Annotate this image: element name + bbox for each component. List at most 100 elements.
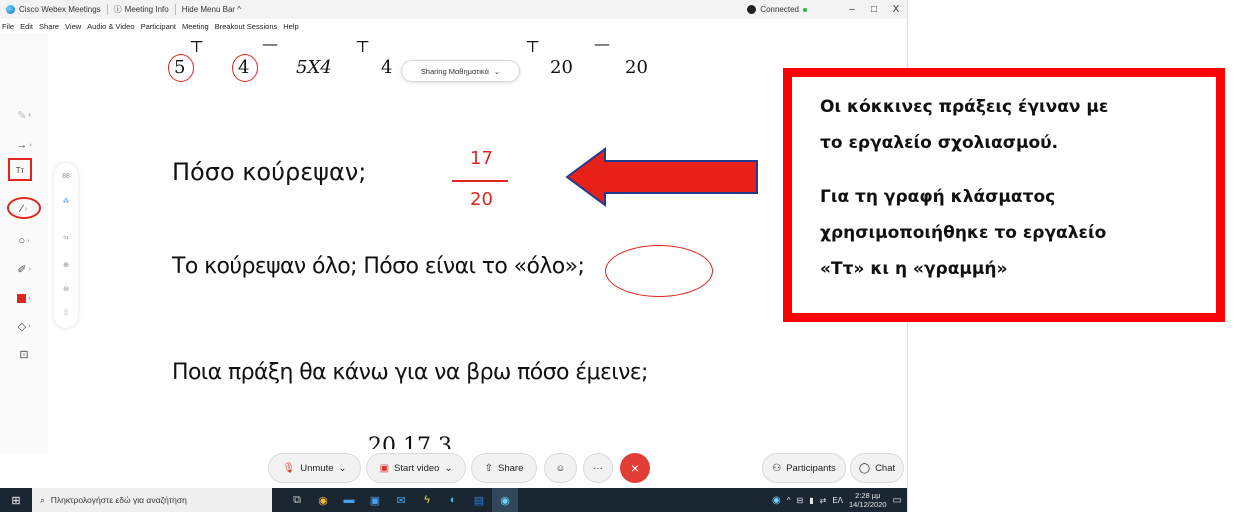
connection-label: Connected bbox=[760, 5, 799, 14]
math-result: 20 bbox=[625, 57, 648, 78]
menu-file[interactable]: File bbox=[2, 22, 14, 31]
question-1: Πόσο κούρεψαν; bbox=[172, 158, 367, 186]
windows-taskbar: ⊞ ⌕ Πληκτρολογήστε εδώ για αναζήτηση ⧉ ◉… bbox=[0, 488, 907, 512]
zoom-out-icon[interactable]: ⊖ bbox=[54, 285, 78, 293]
battery-icon[interactable]: ▮ bbox=[809, 496, 813, 505]
chevron-up-icon[interactable]: ^ bbox=[787, 496, 791, 505]
color-tool[interactable]: › bbox=[10, 288, 38, 308]
reactions-button[interactable]: ☺ bbox=[544, 453, 577, 483]
store-icon[interactable]: ▣ bbox=[362, 488, 388, 512]
menu-meeting[interactable]: Meeting bbox=[182, 22, 209, 31]
callout-line-5: «Ττ» κι η «γραμμή» bbox=[820, 259, 1008, 279]
participants-icon: ⚇ bbox=[772, 462, 782, 474]
menu-edit[interactable]: Edit bbox=[20, 22, 33, 31]
word-icon[interactable]: ▤ bbox=[466, 488, 492, 512]
meeting-info-button[interactable]: ⓘ Meeting Info bbox=[108, 0, 175, 19]
taskbar-search[interactable]: ⌕ Πληκτρολογήστε εδώ για αναζήτηση bbox=[32, 488, 272, 512]
text-tool-highlight bbox=[8, 158, 32, 181]
callout-line-1: Οι κόκκινες πράξεις έγιναν με bbox=[820, 97, 1109, 117]
fraction-bar: ⊤ bbox=[525, 37, 541, 56]
close-window-button[interactable]: X bbox=[885, 4, 907, 15]
fraction-bar: — bbox=[262, 34, 278, 53]
share-button[interactable]: ⇧ Share bbox=[471, 453, 537, 483]
menu-breakout-sessions[interactable]: Breakout Sessions bbox=[215, 22, 278, 31]
start-video-button[interactable]: ▣ Start video ⌄ bbox=[366, 453, 466, 483]
menu-help[interactable]: Help bbox=[283, 22, 298, 31]
expand-icon[interactable]: ⁞⁞ bbox=[54, 310, 78, 317]
taskbar-app-icon[interactable]: ▬ bbox=[336, 488, 362, 512]
red-circle-annotation bbox=[605, 245, 713, 297]
clock-time: 2:28 μμ bbox=[855, 491, 881, 500]
unmute-label: Unmute bbox=[300, 462, 334, 474]
eraser-tool[interactable]: ◇ › bbox=[10, 316, 38, 336]
video-off-icon: ▣ bbox=[379, 462, 390, 474]
winamp-icon[interactable]: ϟ bbox=[414, 488, 440, 512]
chevron-down-icon: ⌄ bbox=[338, 462, 347, 474]
minimize-button[interactable]: – bbox=[841, 4, 863, 15]
more-icon: ··· bbox=[593, 462, 603, 474]
share-icon: ⇧ bbox=[484, 462, 494, 474]
connection-icon bbox=[747, 5, 757, 14]
hide-menu-bar-button[interactable]: Hide Menu Bar ^ bbox=[176, 0, 247, 19]
language-label[interactable]: ΕΛ bbox=[832, 496, 843, 505]
save-tool[interactable]: ⊡ bbox=[10, 344, 38, 364]
math-product: 5X4 bbox=[296, 57, 332, 78]
more-options-button[interactable]: ··· bbox=[583, 453, 613, 483]
question-3: Ποια πράξη θα κάνω για να βρω πόσο έμειν… bbox=[172, 360, 648, 385]
red-circle-annotation bbox=[168, 54, 194, 82]
participants-label: Participants bbox=[786, 462, 836, 474]
connection-status[interactable]: Connected bbox=[747, 0, 807, 19]
red-left-arrow bbox=[565, 147, 758, 207]
mail-icon[interactable]: ✉ bbox=[388, 488, 414, 512]
save-icon: ⊡ bbox=[19, 348, 29, 361]
actual-size-icon[interactable]: ⁰¹ bbox=[54, 235, 78, 243]
zoom-in-icon[interactable]: ⊕ bbox=[54, 261, 78, 269]
menu-view[interactable]: View bbox=[65, 22, 81, 31]
pen-tool[interactable]: ✐ › bbox=[10, 259, 38, 279]
chevron-down-icon: ⌄ bbox=[444, 462, 453, 474]
clock[interactable]: 2:28 μμ 14/12/2020 bbox=[849, 491, 887, 509]
menu-bar: File Edit Share View Audio & Video Parti… bbox=[0, 19, 907, 33]
unmute-button[interactable]: 🎙 Unmute ⌄ bbox=[268, 453, 361, 483]
eraser-icon: ◇ bbox=[17, 320, 27, 333]
app-title-text: Cisco Webex Meetings bbox=[19, 5, 101, 14]
arrow-icon: → bbox=[16, 139, 28, 151]
webex-task-icon[interactable]: ◉ bbox=[492, 488, 518, 512]
language-icon[interactable]: ⇄ bbox=[820, 496, 827, 505]
line-tool-highlight bbox=[7, 197, 41, 219]
leave-meeting-button[interactable]: × bbox=[620, 453, 650, 483]
chat-label: Chat bbox=[875, 462, 896, 474]
webex-tray-icon[interactable]: ◉ bbox=[772, 495, 781, 506]
annotation-callout: Οι κόκκινες πράξεις έγιναν με το εργαλεί… bbox=[783, 68, 1225, 322]
question-2: Το κούρεψαν όλο; Πόσο είναι το «όλο»; bbox=[172, 254, 585, 279]
chat-icon: ◯ bbox=[858, 462, 871, 474]
grid-icon[interactable]: 88 bbox=[54, 173, 78, 180]
menu-share[interactable]: Share bbox=[39, 22, 59, 31]
participants-button[interactable]: ⚇ Participants bbox=[762, 453, 846, 483]
task-view-icon[interactable]: ⧉ bbox=[284, 488, 310, 512]
share-label: Share bbox=[498, 462, 524, 474]
chat-button[interactable]: ◯ Chat bbox=[850, 453, 904, 483]
start-video-label: Start video bbox=[394, 462, 440, 474]
maximize-button[interactable]: □ bbox=[863, 4, 885, 15]
edge-icon[interactable]: ◐ bbox=[440, 488, 466, 512]
notifications-icon[interactable]: ▭ bbox=[893, 495, 902, 506]
menu-participant[interactable]: Participant bbox=[141, 22, 176, 31]
chevron-down-icon: ⌄ bbox=[493, 66, 501, 76]
start-button[interactable]: ⊞ bbox=[0, 488, 32, 512]
sharing-indicator[interactable]: Sharing Μαθηματικά ⌄ bbox=[401, 60, 520, 82]
network-icon[interactable]: ⊟ bbox=[797, 496, 804, 505]
chrome-icon[interactable]: ◉ bbox=[310, 488, 336, 512]
fraction-numerator: 17 bbox=[470, 148, 493, 169]
menu-audio-video[interactable]: Audio & Video bbox=[87, 22, 134, 31]
close-icon: × bbox=[630, 460, 640, 476]
app-title: Cisco Webex Meetings bbox=[0, 0, 107, 19]
shape-tool[interactable]: ○ › bbox=[10, 231, 38, 251]
search-icon: ⌕ bbox=[40, 494, 45, 505]
red-circle-annotation bbox=[232, 54, 258, 82]
arrow-shape bbox=[565, 147, 758, 207]
fit-icon[interactable]: ⁂ bbox=[54, 197, 78, 205]
pointer-tool[interactable]: ✎ › bbox=[10, 105, 38, 125]
webex-window: Cisco Webex Meetings ⓘ Meeting Info Hide… bbox=[0, 0, 908, 512]
arrow-tool[interactable]: → › bbox=[10, 135, 38, 155]
